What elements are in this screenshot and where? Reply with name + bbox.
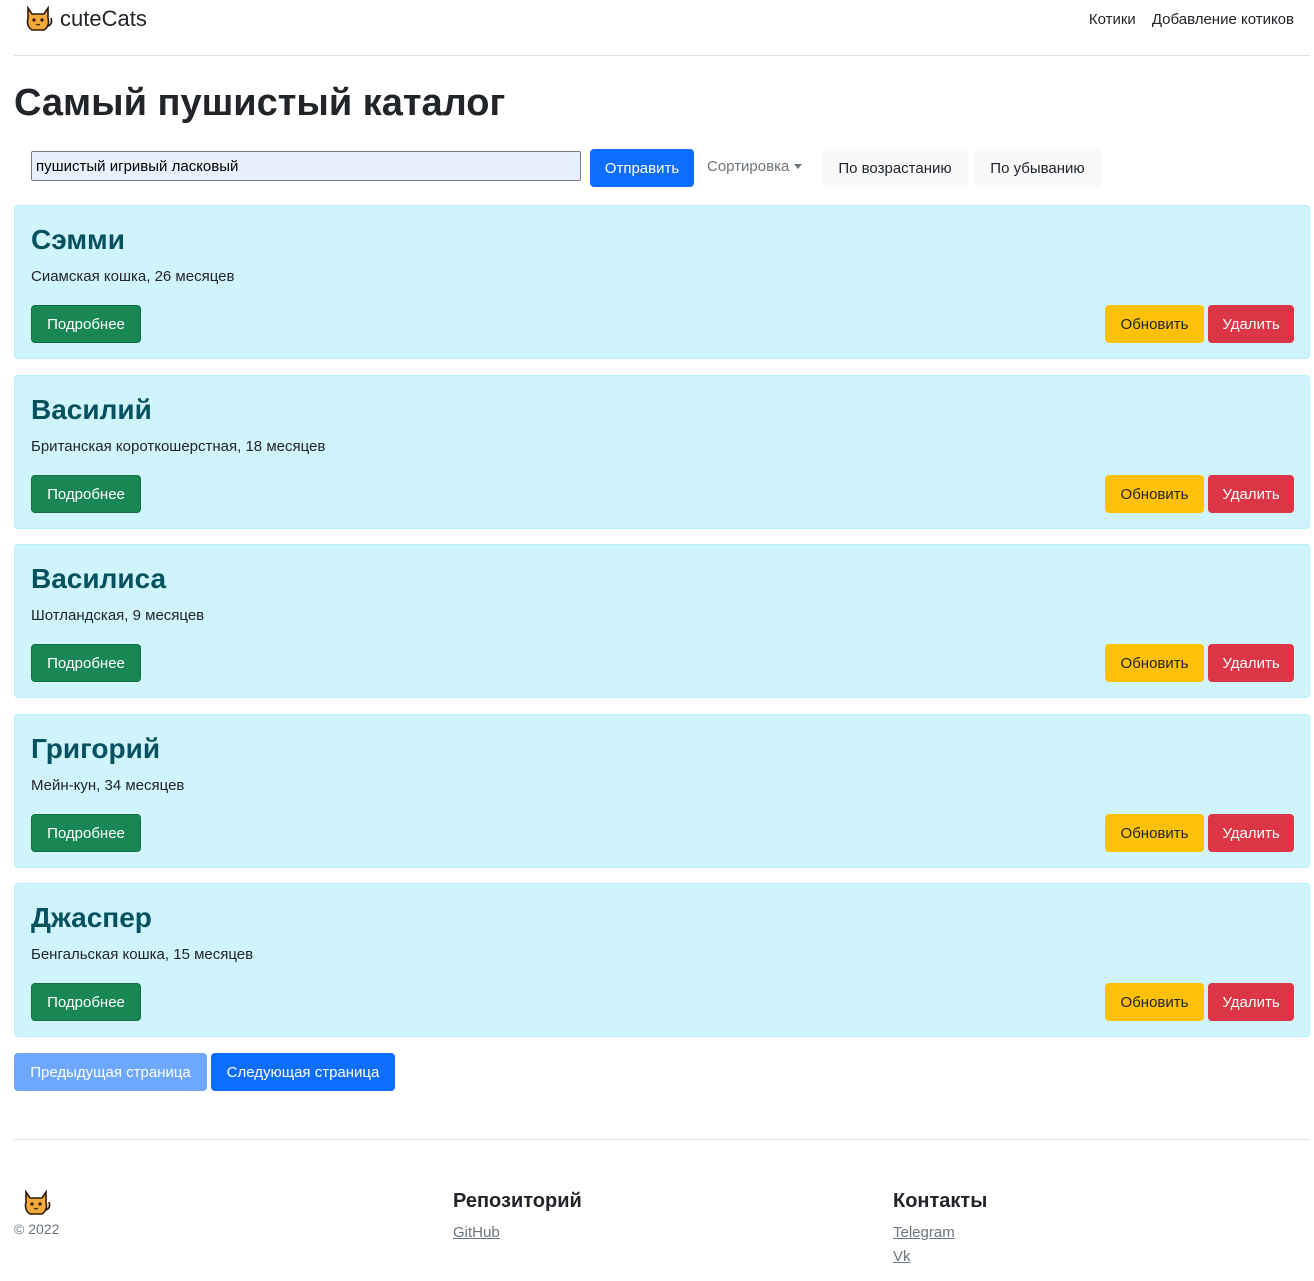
vk-link[interactable]: Vk (893, 1248, 911, 1265)
delete-button[interactable]: Удалить (1208, 814, 1294, 852)
delete-button[interactable]: Удалить (1208, 475, 1294, 513)
update-button[interactable]: Обновить (1105, 644, 1204, 682)
submit-button[interactable]: Отправить (590, 149, 694, 187)
nav-links: Котики Добавление котиков (1073, 11, 1294, 28)
cat-card: Григорий Мейн-кун, 34 месяцев Подробнее … (14, 714, 1310, 868)
cat-description: Британская короткошерстная, 18 месяцев (31, 438, 326, 455)
cat-card: Сэмми Сиамская кошка, 26 месяцев Подробн… (14, 205, 1310, 359)
details-button[interactable]: Подробнее (31, 475, 141, 513)
cat-card: Василиса Шотландская, 9 месяцев Подробне… (14, 544, 1310, 698)
cat-description: Сиамская кошка, 26 месяцев (31, 268, 235, 285)
delete-button[interactable]: Удалить (1208, 983, 1294, 1021)
update-button[interactable]: Обновить (1105, 814, 1204, 852)
sort-dropdown[interactable]: Сортировка (707, 158, 803, 175)
search-input[interactable] (31, 151, 581, 181)
cat-logo-icon (24, 1189, 51, 1215)
brand[interactable]: cuteCats (22, 4, 147, 34)
cat-name: Джаспер (31, 902, 152, 933)
cat-description: Бенгальская кошка, 15 месяцев (31, 946, 254, 963)
cat-logo-icon (26, 5, 53, 31)
nav-link-add-cats[interactable]: Добавление котиков (1152, 11, 1294, 28)
cat-name: Григорий (31, 733, 161, 764)
sort-descending-button[interactable]: По убыванию (974, 149, 1101, 187)
cat-description: Мейн-кун, 34 месяцев (31, 777, 185, 794)
sort-ascending-button[interactable]: По возрастанию (821, 149, 969, 187)
delete-button[interactable]: Удалить (1208, 305, 1294, 343)
details-button[interactable]: Подробнее (31, 644, 141, 682)
cat-name: Василиса (31, 563, 167, 594)
details-button[interactable]: Подробнее (31, 305, 141, 343)
cat-name: Сэмми (31, 224, 125, 255)
cat-name: Василий (31, 394, 152, 425)
details-button[interactable]: Подробнее (31, 814, 141, 852)
footer-repo-heading: Репозиторий (453, 1190, 582, 1212)
telegram-link[interactable]: Telegram (893, 1224, 955, 1241)
github-link[interactable]: GitHub (453, 1224, 500, 1241)
caret-down-icon (794, 164, 803, 169)
update-button[interactable]: Обновить (1105, 983, 1204, 1021)
update-button[interactable]: Обновить (1105, 305, 1204, 343)
footer-contacts-heading: Контакты (893, 1190, 988, 1212)
cat-description: Шотландская, 9 месяцев (31, 607, 205, 624)
brand-name: cuteCats (60, 6, 147, 31)
sort-dropdown-label: Сортировка (707, 158, 790, 175)
delete-button[interactable]: Удалить (1208, 644, 1294, 682)
footer-divider (14, 1139, 1310, 1140)
next-page-button[interactable]: Следующая страница (211, 1053, 395, 1091)
previous-page-button[interactable]: Предыдущая страница (14, 1053, 207, 1091)
update-button[interactable]: Обновить (1105, 475, 1204, 513)
nav-link-cats[interactable]: Котики (1089, 11, 1136, 28)
navbar: cuteCats Котики Добавление котиков (14, 0, 1310, 56)
footer-copyright: © 2022 (14, 1221, 60, 1237)
details-button[interactable]: Подробнее (31, 983, 141, 1021)
page-title: Самый пушистый каталог (14, 82, 506, 124)
cat-card: Джаспер Бенгальская кошка, 15 месяцев По… (14, 883, 1310, 1037)
cat-card: Василий Британская короткошерстная, 18 м… (14, 375, 1310, 529)
